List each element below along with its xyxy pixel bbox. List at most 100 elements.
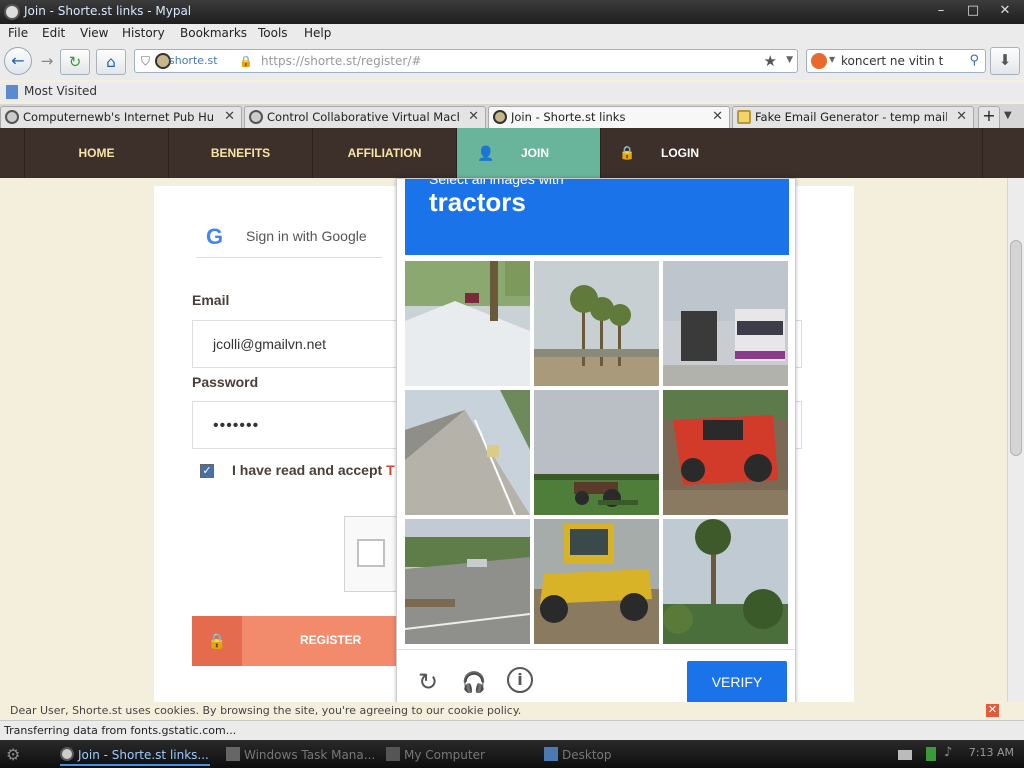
recaptcha-checkbox[interactable] bbox=[357, 539, 385, 567]
register-label: REGISTER bbox=[300, 633, 362, 647]
nav-login[interactable]: 🔒 LOGIN bbox=[600, 128, 744, 178]
bookmark-most-visited[interactable]: Most Visited bbox=[24, 84, 97, 98]
forward-icon[interactable]: → bbox=[32, 49, 62, 75]
mypal-app-icon bbox=[60, 747, 74, 761]
status-text: Transferring data from fonts.gstatic.com… bbox=[4, 724, 237, 737]
taskbar-label: My Computer bbox=[404, 748, 485, 762]
menu-edit[interactable]: Edit bbox=[42, 26, 65, 40]
new-tab-button[interactable]: + bbox=[978, 106, 1000, 128]
close-tab-icon[interactable]: ✕ bbox=[712, 109, 723, 124]
taskbar-item-browser[interactable]: Join - Shorte.st links... bbox=[60, 744, 210, 766]
search-engine-icon[interactable] bbox=[811, 53, 827, 69]
tab-favicon-icon bbox=[493, 110, 507, 124]
terms-link[interactable]: T bbox=[386, 462, 395, 478]
terms-checkbox[interactable]: ✓ bbox=[200, 464, 214, 478]
search-box[interactable]: ▼ koncert ne vitin t ⚲ bbox=[806, 49, 986, 73]
google-signin-button[interactable]: G Sign in with Google bbox=[196, 216, 382, 258]
close-tab-icon[interactable]: ✕ bbox=[468, 109, 479, 124]
scrollbar-thumb[interactable] bbox=[1010, 240, 1022, 456]
tab-favicon-icon bbox=[737, 110, 751, 124]
nav-login-label: LOGIN bbox=[661, 146, 699, 160]
shield-icon[interactable]: ⛉ bbox=[141, 54, 150, 69]
menu-bar: File Edit View History Bookmarks Tools H… bbox=[0, 24, 1024, 44]
close-cookie-icon[interactable]: ✕ bbox=[986, 704, 999, 717]
minimize-button[interactable]: – bbox=[930, 2, 952, 20]
tab-computernewb[interactable]: Computernewb's Internet Pub Hub ✕ bbox=[0, 106, 242, 128]
captcha-tile-palm-tree[interactable] bbox=[663, 519, 788, 644]
tab-join-shortest[interactable]: Join - Shorte.st links ✕ bbox=[488, 106, 730, 128]
menu-help[interactable]: Help bbox=[304, 26, 331, 40]
taskbar-item-my-computer[interactable]: My Computer bbox=[386, 744, 516, 766]
tab-list-icon[interactable]: ▼ bbox=[1004, 110, 1012, 121]
nav-affiliation[interactable]: AFFILIATION bbox=[312, 128, 456, 178]
palm-tree-image bbox=[663, 519, 788, 644]
add-user-icon: 👤 bbox=[477, 145, 495, 161]
menu-history[interactable]: History bbox=[122, 26, 165, 40]
menu-bookmarks[interactable]: Bookmarks bbox=[180, 26, 247, 40]
terms-text: I have read and accept T bbox=[232, 462, 395, 478]
taskbar-label: Join - Shorte.st links... bbox=[78, 748, 209, 762]
verify-button[interactable]: VERIFY bbox=[687, 661, 787, 703]
close-window-button[interactable]: ✕ bbox=[994, 2, 1016, 20]
download-icon[interactable]: ⬇ bbox=[990, 47, 1020, 75]
tab-favicon-icon bbox=[249, 110, 263, 124]
status-bar: Transferring data from fonts.gstatic.com… bbox=[0, 720, 1024, 740]
computer-icon bbox=[386, 747, 400, 761]
highway-image bbox=[405, 390, 530, 515]
captcha-tile-palm-trees[interactable] bbox=[534, 261, 659, 386]
keyboard-icon[interactable] bbox=[898, 750, 912, 760]
info-icon[interactable]: i bbox=[507, 667, 533, 693]
tab-fake-email[interactable]: Fake Email Generator - temp mail a... ✕ bbox=[732, 106, 974, 128]
captcha-tile-highway[interactable] bbox=[405, 390, 530, 515]
challenge-footer-divider bbox=[397, 649, 795, 650]
back-icon[interactable]: ← bbox=[4, 47, 32, 75]
window-titlebar: Join - Shorte.st links - Mypal – □ ✕ bbox=[0, 0, 1024, 24]
captcha-tile-yellow-grader[interactable] bbox=[534, 519, 659, 644]
lock-icon: 🔒 bbox=[192, 616, 242, 666]
reload-challenge-icon[interactable]: ↻ bbox=[413, 667, 443, 697]
close-tab-icon[interactable]: ✕ bbox=[956, 109, 967, 124]
city-bus-image bbox=[663, 261, 788, 386]
captcha-tile-tractor-in-field[interactable] bbox=[534, 390, 659, 515]
terms-label: I have read and accept bbox=[232, 462, 387, 478]
taskbar-item-desktop[interactable]: Desktop bbox=[544, 744, 644, 766]
page-scrollbar[interactable] bbox=[1007, 178, 1024, 702]
tab-control-vm[interactable]: Control Collaborative Virtual Mach... ✕ bbox=[244, 106, 486, 128]
menu-tools[interactable]: Tools bbox=[258, 26, 288, 40]
captcha-tile-road-with-car[interactable] bbox=[405, 519, 530, 644]
palm-trees-image bbox=[534, 261, 659, 386]
close-tab-icon[interactable]: ✕ bbox=[224, 109, 235, 124]
search-query[interactable]: koncert ne vitin t bbox=[841, 54, 943, 68]
bookmark-star-icon[interactable]: ★ bbox=[764, 52, 777, 70]
reload-icon[interactable]: ↻ bbox=[60, 49, 90, 75]
lock-icon[interactable]: 🔒 bbox=[239, 55, 253, 68]
task-manager-icon bbox=[226, 747, 240, 761]
audio-challenge-icon[interactable]: 🎧 bbox=[459, 667, 489, 697]
taskbar-item-task-manager[interactable]: Windows Task Mana... bbox=[226, 744, 376, 766]
google-logo-icon: G bbox=[206, 224, 224, 249]
url-text[interactable]: https://shorte.st/register/# bbox=[261, 54, 421, 68]
menu-file[interactable]: File bbox=[8, 26, 28, 40]
tractor-field-image bbox=[534, 390, 659, 515]
url-bar[interactable]: ⛉ shorte.st 🔒 https://shorte.st/register… bbox=[134, 49, 798, 73]
start-menu-icon[interactable]: ⚙ bbox=[6, 744, 42, 766]
tab-favicon-icon bbox=[5, 110, 19, 124]
mypal-app-icon bbox=[4, 4, 20, 20]
network-icon[interactable] bbox=[926, 747, 936, 761]
home-icon[interactable]: ⌂ bbox=[96, 49, 126, 75]
nav-home[interactable]: HOME bbox=[24, 128, 168, 178]
nav-benefits[interactable]: BENEFITS bbox=[168, 128, 312, 178]
maximize-button[interactable]: □ bbox=[962, 2, 984, 20]
volume-icon[interactable]: ♪ bbox=[944, 742, 952, 764]
captcha-tile-city-bus[interactable] bbox=[663, 261, 788, 386]
menu-view[interactable]: View bbox=[80, 26, 108, 40]
captcha-tile-street-scene[interactable] bbox=[405, 261, 530, 386]
most-visited-icon bbox=[6, 85, 18, 99]
engine-dropdown-icon[interactable]: ▼ bbox=[829, 55, 835, 64]
url-dropdown-icon[interactable]: ▼ bbox=[786, 55, 793, 65]
search-icon[interactable]: ⚲ bbox=[969, 53, 979, 68]
site-identity[interactable]: shorte.st bbox=[169, 54, 218, 67]
captcha-tile-red-tractor[interactable] bbox=[663, 390, 788, 515]
nav-join[interactable]: 👤 JOIN bbox=[456, 128, 600, 178]
nav-divider bbox=[982, 128, 983, 178]
